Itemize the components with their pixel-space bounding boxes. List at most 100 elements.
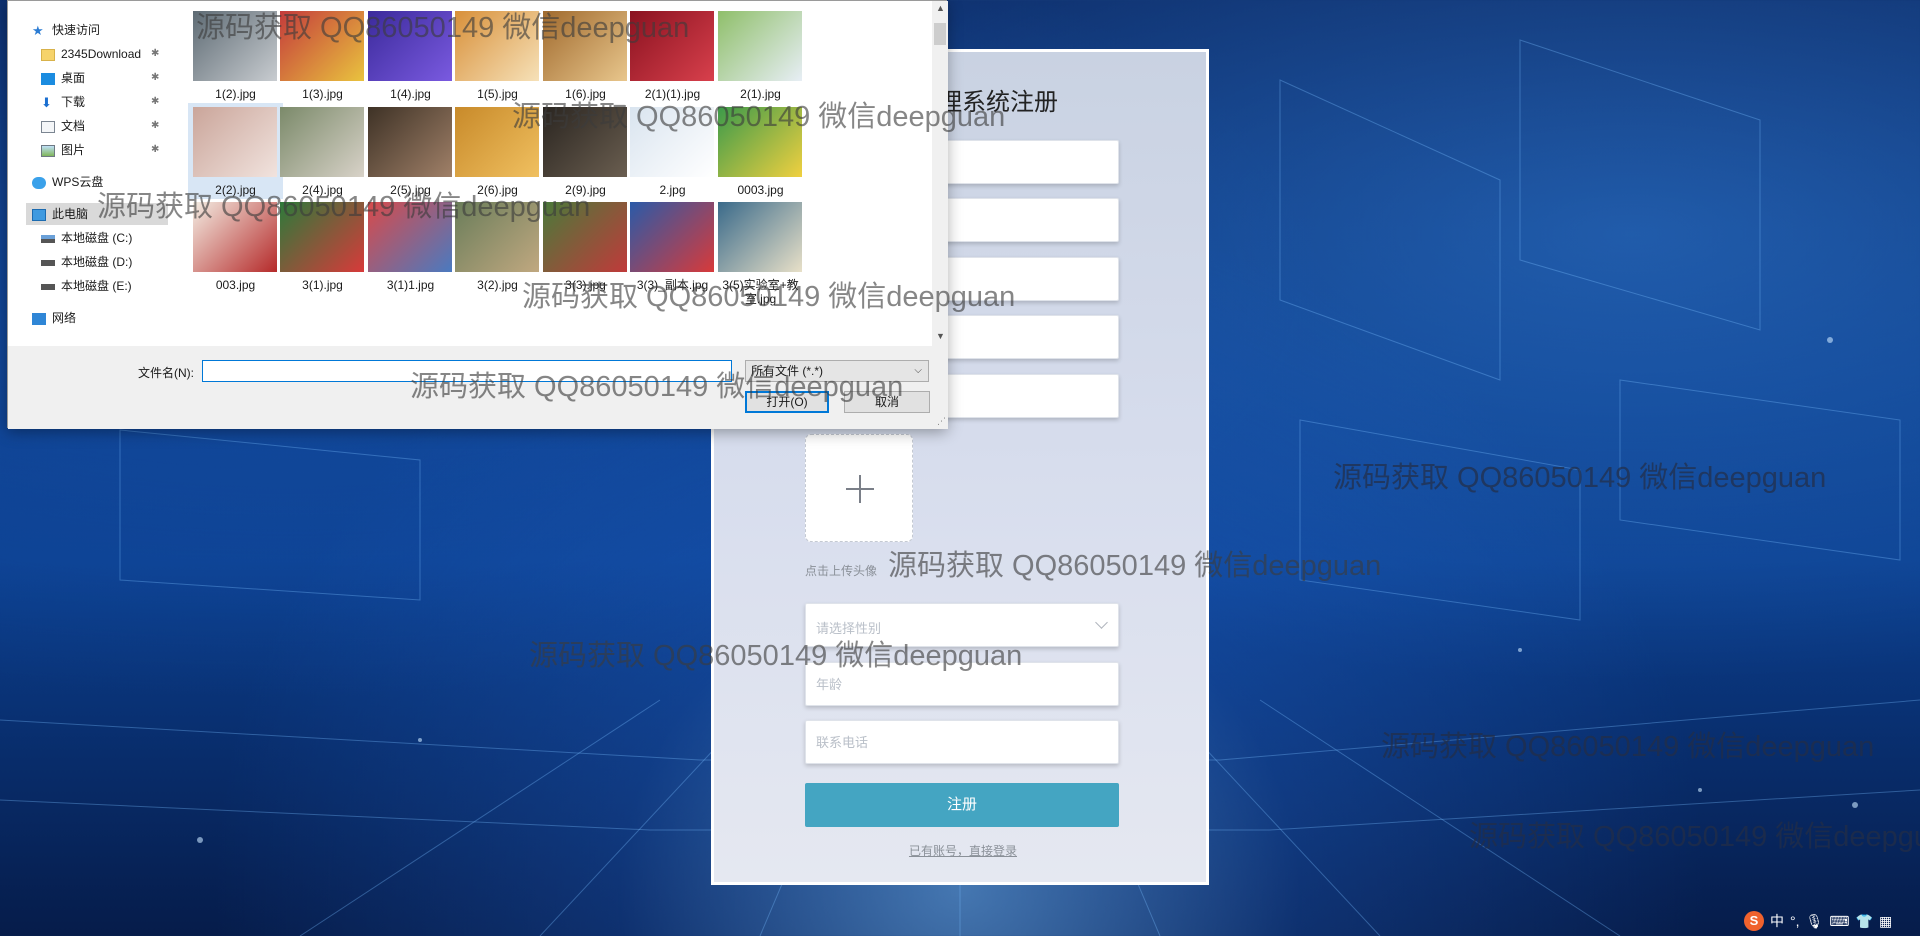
- gender-select[interactable]: 请选择性别: [805, 603, 1119, 647]
- file-tile[interactable]: 3(1).jpg: [275, 198, 370, 294]
- nav-2345download[interactable]: 2345Download: [41, 43, 141, 65]
- nav-quick-access[interactable]: ★ 快速访问: [32, 19, 100, 41]
- file-tile[interactable]: 2(1)(1).jpg: [625, 7, 720, 103]
- nav-documents-label: 文档: [61, 119, 86, 133]
- scroll-down-icon[interactable]: ▼: [936, 331, 945, 341]
- nav-wps-cloud-label: WPS云盘: [52, 175, 104, 189]
- file-thumbnail: [368, 202, 452, 272]
- pin-icon: ✱: [151, 144, 160, 155]
- file-name: 3(1)1.jpg: [386, 278, 435, 292]
- file-tile[interactable]: 2(9).jpg: [538, 103, 633, 199]
- chevron-down-icon: [1095, 616, 1108, 629]
- network-icon: [32, 312, 46, 325]
- punctuation-indicator[interactable]: °,: [1790, 912, 1800, 930]
- nav-network-label: 网络: [52, 311, 77, 325]
- file-name: 1(2).jpg: [215, 87, 256, 101]
- file-name: 2(9).jpg: [565, 183, 606, 197]
- file-name: 2(1)(1).jpg: [644, 87, 701, 101]
- nav-drive-c[interactable]: 本地磁盘 (C:): [41, 227, 132, 249]
- drive-icon: [41, 234, 55, 243]
- file-name: 3(1).jpg: [302, 278, 343, 292]
- file-thumbnail: [543, 202, 627, 272]
- age-input[interactable]: [806, 663, 1118, 705]
- navigation-pane: ★ 快速访问 2345Download ✱ 桌面 ✱ ⬇ 下载 ✱ 文档 ✱ 图片 …: [8, 1, 168, 346]
- file-name: 1(6).jpg: [565, 87, 606, 101]
- nav-this-pc[interactable]: 此电脑: [26, 203, 168, 225]
- skin-shirt-icon[interactable]: 👕: [1856, 912, 1873, 930]
- file-tile[interactable]: 3(1)1.jpg: [363, 198, 458, 294]
- cancel-button[interactable]: 取消: [844, 391, 930, 413]
- system-tray: S 中 °, 🎙 ⌨ 👕 ▦: [1744, 906, 1920, 936]
- file-thumbnail: [280, 202, 364, 272]
- scroll-up-icon[interactable]: ▲: [936, 3, 945, 13]
- file-tile[interactable]: 2(5).jpg: [363, 103, 458, 199]
- open-button[interactable]: 打开(O): [745, 391, 829, 413]
- chevron-down-icon: ⌵: [914, 365, 922, 376]
- file-thumbnail: [193, 11, 277, 81]
- filename-input[interactable]: [203, 361, 731, 381]
- nav-quick-access-label: 快速访问: [52, 23, 101, 37]
- nav-drive-e[interactable]: 本地磁盘 (E:): [41, 275, 132, 297]
- filetype-select[interactable]: 所有文件 (*.*) ⌵: [745, 360, 929, 382]
- phone-field[interactable]: [805, 720, 1119, 764]
- pin-icon: ✱: [151, 120, 160, 131]
- file-tile[interactable]: 003.jpg: [188, 198, 283, 294]
- file-tile[interactable]: 1(6).jpg: [538, 7, 633, 103]
- nav-wps-cloud[interactable]: WPS云盘: [32, 171, 103, 193]
- phone-input[interactable]: [806, 721, 1118, 763]
- file-tile[interactable]: 1(2).jpg: [188, 7, 283, 103]
- file-tile[interactable]: 3(2).jpg: [450, 198, 545, 294]
- nav-documents[interactable]: 文档: [41, 115, 85, 137]
- folder-icon: [41, 48, 55, 61]
- file-thumbnail: [455, 11, 539, 81]
- file-tile[interactable]: 1(3).jpg: [275, 7, 370, 103]
- nav-drive-d[interactable]: 本地磁盘 (D:): [41, 251, 132, 273]
- file-tile[interactable]: 2(6).jpg: [450, 103, 545, 199]
- file-name: 3(3).jpg: [565, 278, 606, 292]
- file-tile[interactable]: 1(5).jpg: [450, 7, 545, 103]
- file-tile[interactable]: 3(3).jpg: [538, 198, 633, 294]
- file-tile[interactable]: 0003.jpg: [713, 103, 808, 199]
- age-field[interactable]: [805, 662, 1119, 706]
- file-thumbnail: [455, 202, 539, 272]
- computer-icon: [32, 208, 46, 221]
- login-link[interactable]: 已有账号，直接登录: [714, 842, 1212, 859]
- avatar-upload-box[interactable]: [805, 434, 913, 542]
- file-thumbnail: [193, 202, 277, 272]
- nav-drive-c-label: 本地磁盘 (C:): [61, 231, 133, 245]
- file-name: 3(3)_副本.jpg: [636, 278, 709, 292]
- watermark-text: 源码获取 QQ86050149 微信deepguan: [1381, 731, 1875, 763]
- file-tile[interactable]: 3(3)_副本.jpg: [625, 198, 720, 294]
- file-tile[interactable]: 1(4).jpg: [363, 7, 458, 103]
- pin-icon: ✱: [151, 72, 160, 83]
- file-name: 2(1).jpg: [740, 87, 781, 101]
- register-title: 理系统注册: [938, 89, 1058, 116]
- keyboard-icon[interactable]: ⌨: [1829, 912, 1849, 930]
- file-tile[interactable]: 2.jpg: [625, 103, 720, 199]
- microphone-icon[interactable]: 🎙: [1806, 912, 1824, 930]
- file-tile[interactable]: 2(1).jpg: [713, 7, 808, 103]
- scrollbar-thumb[interactable]: [934, 23, 946, 45]
- filename-field[interactable]: [202, 360, 732, 382]
- file-name: 1(5).jpg: [477, 87, 518, 101]
- register-button[interactable]: 注册: [805, 783, 1119, 827]
- resize-grip-icon[interactable]: ⋰: [937, 416, 946, 427]
- grid-menu-icon[interactable]: ▦: [1879, 912, 1892, 930]
- file-tile[interactable]: 2(2).jpg: [188, 103, 283, 199]
- sogou-ime-icon[interactable]: S: [1744, 911, 1764, 931]
- ime-mode-indicator[interactable]: 中: [1770, 912, 1784, 930]
- file-thumbnail: [543, 107, 627, 177]
- star-icon: ★: [32, 22, 44, 38]
- file-name: 003.jpg: [215, 278, 256, 292]
- nav-downloads[interactable]: ⬇ 下载: [41, 91, 85, 113]
- file-tile[interactable]: 3(5)实验室+教室.jpg: [713, 198, 808, 306]
- nav-desktop[interactable]: 桌面: [41, 67, 85, 89]
- vertical-scrollbar[interactable]: ▲ ▼: [932, 1, 948, 346]
- nav-network[interactable]: 网络: [32, 307, 76, 329]
- file-name: 1(3).jpg: [302, 87, 343, 101]
- file-tile[interactable]: 2(4).jpg: [275, 103, 370, 199]
- pin-icon: ✱: [151, 48, 160, 59]
- file-thumbnail: [630, 11, 714, 81]
- nav-pictures[interactable]: 图片: [41, 139, 85, 161]
- file-thumbnail: [455, 107, 539, 177]
